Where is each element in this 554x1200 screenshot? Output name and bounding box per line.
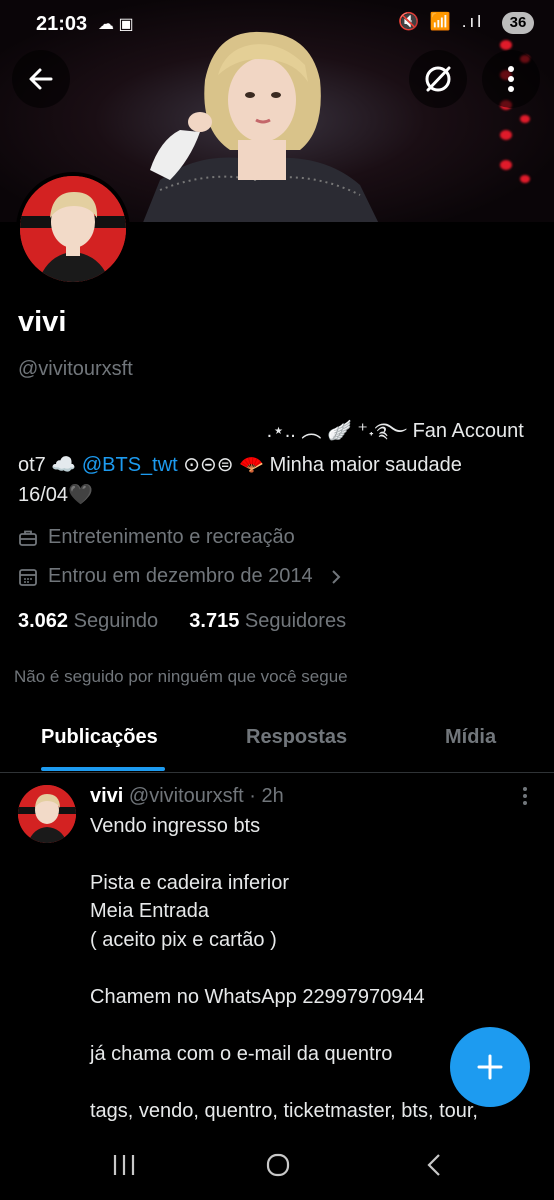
tab-replies[interactable]: Respostas [246,726,347,749]
avatar-image [20,176,126,282]
tab-media[interactable]: Mídia [445,726,496,749]
tweet-author-handle: @vivitourxsft [128,785,244,807]
system-nav-bar [0,1130,554,1200]
tweet-text-line: Chamem no WhatsApp 22997970944 [90,986,425,1008]
profile-avatar[interactable] [16,172,130,286]
avatar-image [18,785,76,843]
chevron-right-icon [331,569,341,584]
status-time: 21:03 [36,13,88,35]
banner-photo [143,31,379,222]
profile-bio: ot7 ☁️ @BTS_twt ⊙⊝⊜ 🪭 Minha maior saudad… [18,450,528,510]
bio-line-2: 16/04🖤 [18,484,93,506]
tweet-text-line: Pista e cadeira inferior [90,872,289,894]
followers-link[interactable]: 3.715 Seguidores [189,610,346,632]
back-button[interactable] [12,50,70,108]
back-icon[interactable] [422,1152,448,1178]
following-label: Seguindo [73,610,159,632]
verified-subscribe-icon [425,66,451,92]
tweet-time: · 2h [249,785,284,807]
compose-button[interactable] [450,1027,530,1107]
not-followed-notice: Não é seguido por ninguém que você segue [14,667,348,686]
follow-stats: 3.062 Seguindo 3.715 Seguidores [18,610,346,633]
following-count: 3.062 [18,610,69,632]
tweet-more-button[interactable] [518,786,532,808]
tweet-avatar[interactable] [18,785,76,843]
profile-tabs: Publicações Respostas Mídia [0,710,554,773]
tweet-text-line: tags, vendo, quentro, ticketmaster, bts,… [90,1100,478,1122]
bio-text: ot7 ☁️ [18,454,82,476]
more-vertical-icon [523,787,527,805]
tweet-text-line: Vendo ingresso bts [90,815,261,837]
status-bar: 21:03 ☁ ▣ 🔇 📶 .ıl 36 [0,0,554,48]
arrow-left-icon [29,68,53,90]
briefcase-icon [19,530,37,546]
followers-label: Seguidores [244,610,347,632]
bio-text-suffix: ⊙⊝⊜ 🪭 Minha maior saudade [177,454,462,476]
profile-joined[interactable]: Entrou em dezembro de 2014 [18,565,343,588]
tweet-text-line: Meia Entrada [90,900,209,922]
bio-mention-link[interactable]: @BTS_twt [82,454,178,476]
active-tab-indicator [41,767,165,771]
recent-apps-icon[interactable] [111,1152,137,1178]
status-left-icons: ☁ ▣ [98,16,134,33]
plus-icon [477,1054,503,1080]
status-right-icons: 🔇 📶 .ıl [397,12,484,31]
more-vertical-icon [508,66,514,92]
battery-indicator: 36 [502,12,534,34]
profile-category: Entretenimento e recreação [18,526,295,549]
tweet-text-line: já chama com o e-mail da quentro [90,1043,393,1065]
calendar-icon [19,568,37,586]
subscribe-button[interactable] [409,50,467,108]
tweet-author-name[interactable]: vivi [90,785,123,807]
tweet-header: vivi @vivitourxsft · 2h [90,785,284,808]
tweet-text-line: ( aceito pix e cartão ) [90,929,277,951]
tab-posts[interactable]: Publicações [41,726,158,749]
profile-name: vivi [18,306,67,338]
home-icon[interactable] [265,1152,291,1178]
following-link[interactable]: 3.062 Seguindo [18,610,158,632]
profile-handle: @vivitourxsft [18,358,133,380]
category-label: Entretenimento e recreação [48,526,295,548]
more-options-button[interactable] [482,50,540,108]
followers-count: 3.715 [189,610,240,632]
joined-label: Entrou em dezembro de 2014 [48,565,313,587]
